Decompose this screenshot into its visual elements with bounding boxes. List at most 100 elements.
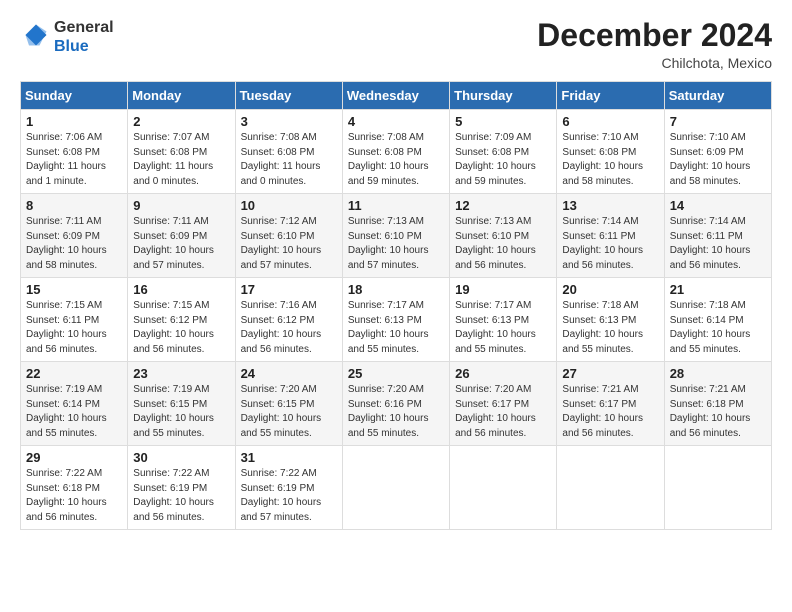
cell-line: and 58 minutes. xyxy=(26,260,97,271)
day-number: 10 xyxy=(241,198,337,213)
cell-line: Sunrise: 7:06 AM xyxy=(26,132,102,143)
cell-text: Sunrise: 7:20 AMSunset: 6:17 PMDaylight:… xyxy=(455,383,551,441)
day-number: 18 xyxy=(348,282,444,297)
cell-text: Sunrise: 7:22 AMSunset: 6:19 PMDaylight:… xyxy=(241,467,337,525)
cell-line: Daylight: 11 hours xyxy=(133,161,213,172)
cell-line: Daylight: 10 hours xyxy=(26,329,107,340)
cell-line: Daylight: 10 hours xyxy=(670,245,751,256)
month-title: December 2024 xyxy=(537,18,772,53)
cell-line: Sunrise: 7:15 AM xyxy=(26,300,102,311)
cell-line: Sunset: 6:09 PM xyxy=(133,231,207,242)
calendar-cell xyxy=(557,446,664,530)
cell-line: Daylight: 10 hours xyxy=(562,329,643,340)
cell-line: Daylight: 10 hours xyxy=(133,329,214,340)
calendar-cell: 20 Sunrise: 7:18 AMSunset: 6:13 PMDayligh… xyxy=(557,278,664,362)
calendar-cell: 26Sunrise: 7:20 AMSunset: 6:17 PMDayligh… xyxy=(450,362,557,446)
cell-line: Sunset: 6:08 PM xyxy=(562,147,636,158)
calendar-cell: 29Sunrise: 7:22 AMSunset: 6:18 PMDayligh… xyxy=(21,446,128,530)
cell-text: Sunrise: 7:22 AMSunset: 6:18 PMDaylight:… xyxy=(26,467,122,525)
cell-line: Daylight: 10 hours xyxy=(670,329,751,340)
cell-text: Sunrise: 7:08 AMSunset: 6:08 PMDaylight:… xyxy=(348,131,444,189)
cell-text: Sunrise: 7:17 AMSunset: 6:13 PMDaylight:… xyxy=(348,299,444,357)
cell-line: and 56 minutes. xyxy=(455,260,526,271)
cell-line: and 56 minutes. xyxy=(26,344,97,355)
cell-line: Daylight: 10 hours xyxy=(348,161,429,172)
calendar-cell: 30Sunrise: 7:22 AMSunset: 6:19 PMDayligh… xyxy=(128,446,235,530)
calendar-cell: 25Sunrise: 7:20 AMSunset: 6:16 PMDayligh… xyxy=(342,362,449,446)
cell-line: and 55 minutes. xyxy=(562,344,633,355)
cell-line: Daylight: 11 hours xyxy=(26,161,106,172)
cell-text: Sunrise: 7:18 AMSunset: 6:13 PMDaylight:… xyxy=(562,299,658,357)
calendar-cell: 22Sunrise: 7:19 AMSunset: 6:14 PMDayligh… xyxy=(21,362,128,446)
cell-line: Daylight: 10 hours xyxy=(241,329,322,340)
cell-line: and 55 minutes. xyxy=(348,428,419,439)
cell-text: Sunrise: 7:20 AMSunset: 6:15 PMDaylight:… xyxy=(241,383,337,441)
cell-line: and 55 minutes. xyxy=(26,428,97,439)
cell-line: Sunrise: 7:10 AM xyxy=(562,132,638,143)
calendar-cell: 27Sunrise: 7:21 AMSunset: 6:17 PMDayligh… xyxy=(557,362,664,446)
cell-text: Sunrise: 7:13 AMSunset: 6:10 PMDaylight:… xyxy=(348,215,444,273)
cell-line: Daylight: 10 hours xyxy=(26,497,107,508)
cell-line: Sunrise: 7:10 AM xyxy=(670,132,746,143)
cell-line: and 55 minutes. xyxy=(133,428,204,439)
cell-line: Sunset: 6:12 PM xyxy=(241,315,315,326)
cell-line: Sunset: 6:12 PM xyxy=(133,315,207,326)
cell-line: Daylight: 10 hours xyxy=(133,497,214,508)
day-number: 9 xyxy=(133,198,229,213)
day-number: 23 xyxy=(133,366,229,381)
cell-text: Sunrise: 7:12 AMSunset: 6:10 PMDaylight:… xyxy=(241,215,337,273)
cell-line: Sunset: 6:14 PM xyxy=(26,399,100,410)
week-row-2: 8Sunrise: 7:11 AMSunset: 6:09 PMDaylight… xyxy=(21,194,772,278)
cell-line: Sunrise: 7:22 AM xyxy=(133,468,209,479)
calendar-cell xyxy=(342,446,449,530)
cell-line: Daylight: 10 hours xyxy=(241,413,322,424)
cell-line: Sunrise: 7:22 AM xyxy=(241,468,317,479)
cell-line: Sunset: 6:11 PM xyxy=(670,231,743,242)
cell-line: Sunset: 6:19 PM xyxy=(241,483,315,494)
week-row-3: 15 Sunrise: 7:15 AM Sunset: 6:11 PM Dayligh… xyxy=(21,278,772,362)
cell-line: Sunset: 6:17 PM xyxy=(455,399,529,410)
day-number: 27 xyxy=(562,366,658,381)
cell-line: Sunset: 6:11 PM xyxy=(26,315,99,326)
cell-line: Sunset: 6:08 PM xyxy=(26,147,100,158)
calendar-cell: 21Sunrise: 7:18 AMSunset: 6:14 PMDayligh… xyxy=(664,278,771,362)
cell-line: Sunset: 6:18 PM xyxy=(670,399,744,410)
cell-line: Daylight: 10 hours xyxy=(133,245,214,256)
cell-text: Sunrise: 7:13 AMSunset: 6:10 PMDaylight:… xyxy=(455,215,551,273)
day-number: 22 xyxy=(26,366,122,381)
header-row: SundayMondayTuesdayWednesdayThursdayFrid… xyxy=(21,82,772,110)
cell-line: Sunset: 6:13 PM xyxy=(348,315,422,326)
col-header-tuesday: Tuesday xyxy=(235,82,342,110)
col-header-thursday: Thursday xyxy=(450,82,557,110)
cell-line: Daylight: 10 hours xyxy=(455,161,536,172)
cell-line: and 1 minute. xyxy=(26,176,87,187)
cell-line: Sunset: 6:19 PM xyxy=(133,483,207,494)
calendar-cell: 28Sunrise: 7:21 AMSunset: 6:18 PMDayligh… xyxy=(664,362,771,446)
cell-line: Sunset: 6:08 PM xyxy=(455,147,529,158)
day-number: 13 xyxy=(562,198,658,213)
calendar-cell xyxy=(664,446,771,530)
calendar-cell: 3Sunrise: 7:08 AMSunset: 6:08 PMDaylight… xyxy=(235,110,342,194)
cell-line: and 59 minutes. xyxy=(455,176,526,187)
col-header-sunday: Sunday xyxy=(21,82,128,110)
day-number: 16 xyxy=(133,282,229,297)
calendar-cell: 31Sunrise: 7:22 AMSunset: 6:19 PMDayligh… xyxy=(235,446,342,530)
cell-text: Sunrise: 7:08 AMSunset: 6:08 PMDaylight:… xyxy=(241,131,337,189)
day-number: 20 xyxy=(562,282,658,297)
cell-line: and 55 minutes. xyxy=(670,344,741,355)
cell-line: and 55 minutes. xyxy=(241,428,312,439)
cell-line: Sunset: 6:08 PM xyxy=(241,147,315,158)
cell-line: Sunset: 6:16 PM xyxy=(348,399,422,410)
cell-line: Daylight: 10 hours xyxy=(562,413,643,424)
day-number: 15 xyxy=(26,282,122,297)
calendar-cell: 11Sunrise: 7:13 AMSunset: 6:10 PMDayligh… xyxy=(342,194,449,278)
cell-line: Sunset: 6:15 PM xyxy=(133,399,207,410)
calendar-cell: 9Sunrise: 7:11 AMSunset: 6:09 PMDaylight… xyxy=(128,194,235,278)
calendar-cell: 18 Sunrise: 7:17 AMSunset: 6:13 PMDayligh… xyxy=(342,278,449,362)
day-number: 12 xyxy=(455,198,551,213)
cell-line: Daylight: 11 hours xyxy=(241,161,321,172)
calendar-cell: 4Sunrise: 7:08 AMSunset: 6:08 PMDaylight… xyxy=(342,110,449,194)
day-number: 6 xyxy=(562,114,658,129)
cell-line: Sunrise: 7:18 AM xyxy=(562,300,638,311)
cell-text: Sunrise: 7:10 AMSunset: 6:08 PMDaylight:… xyxy=(562,131,658,189)
